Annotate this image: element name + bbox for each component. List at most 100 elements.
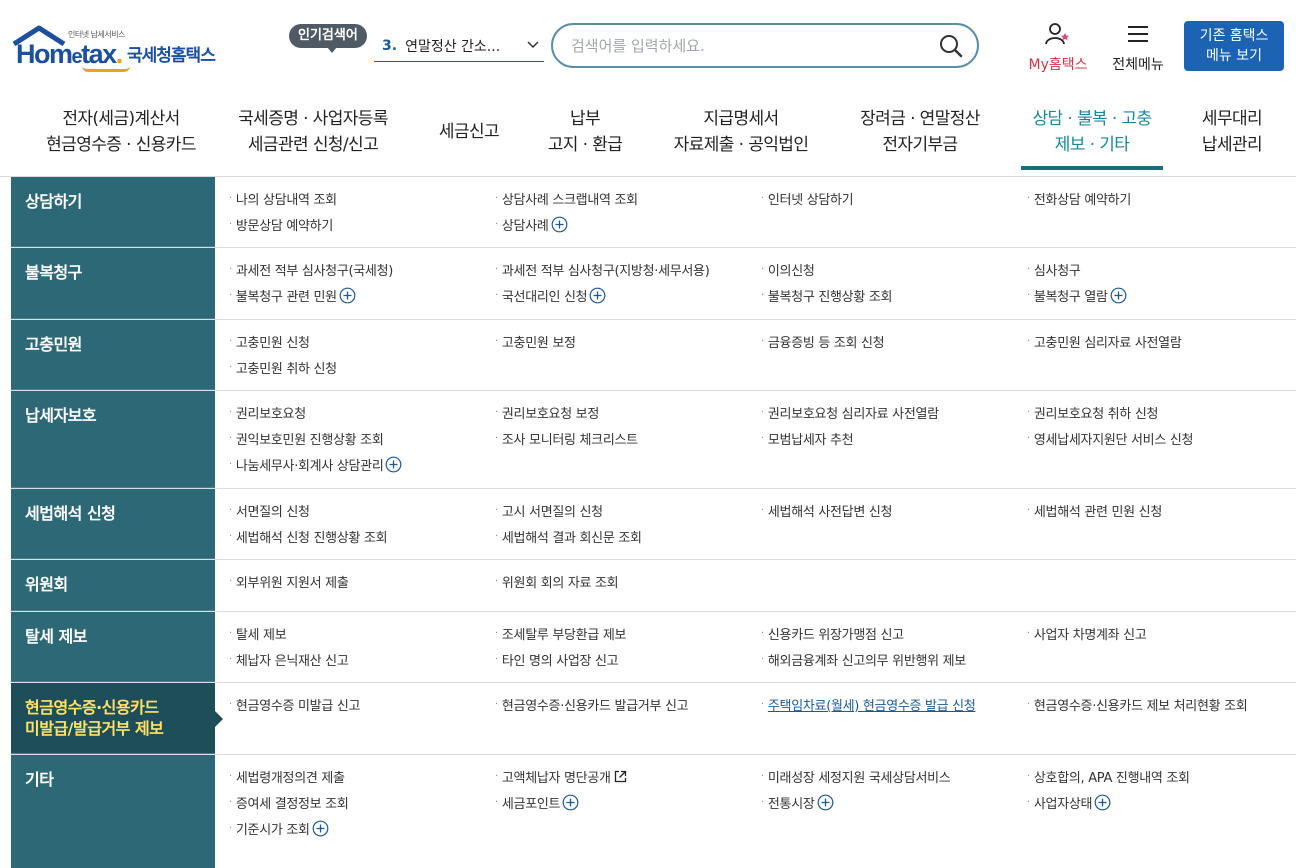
popular-search-dropdown[interactable]: 3. 연말정산 간소... bbox=[374, 30, 544, 62]
submenu-link[interactable]: · 기준시가 조회 bbox=[229, 819, 495, 838]
plus-circle-icon[interactable] bbox=[817, 794, 834, 811]
bullet: · bbox=[229, 531, 232, 542]
main-nav: 전자(세금)계산서 현금영수증 · 신용카드 국세증명 · 사업자등록 세금관련 신… bbox=[0, 92, 1296, 177]
submenu-link[interactable]: · 타인 명의 사업장 신고 bbox=[495, 650, 761, 669]
submenu-link[interactable]: · 고충민원 취하 신청 bbox=[229, 358, 495, 377]
submenu-category-taxpayer-protection[interactable]: 납세자보호 bbox=[11, 391, 215, 488]
bullet: · bbox=[495, 219, 498, 230]
submenu-link[interactable]: · 조사 모니터링 체크리스트 bbox=[495, 429, 761, 448]
hamburger-menu-icon bbox=[1128, 26, 1148, 42]
submenu-link[interactable]: · 사업자 차명계좌 신고 bbox=[1027, 624, 1293, 643]
submenu-link[interactable]: · 국선대리인 신청 bbox=[495, 286, 761, 305]
submenu-link[interactable]: · 권익보호민원 진행상황 조회 bbox=[229, 429, 495, 448]
submenu-link[interactable]: · 세금포인트 bbox=[495, 793, 761, 812]
submenu-link[interactable]: · 불복청구 관련 민원 bbox=[229, 286, 495, 305]
submenu-link[interactable]: · 현금영수증·신용카드 발급거부 신고 bbox=[495, 695, 761, 714]
plus-circle-icon[interactable] bbox=[551, 216, 568, 233]
plus-circle-icon[interactable] bbox=[1110, 287, 1127, 304]
submenu-link[interactable]: · 과세전 적부 심사청구(지방청·세무서용) bbox=[495, 260, 761, 279]
submenu-link[interactable]: · 고충민원 심리자료 사전열람 bbox=[1027, 332, 1293, 351]
search-icon[interactable] bbox=[939, 34, 963, 58]
plus-circle-icon[interactable] bbox=[1094, 794, 1111, 811]
submenu-link[interactable]: · 모범납세자 추천 bbox=[761, 429, 1027, 448]
submenu-link[interactable]: · 외부위원 지원서 제출 bbox=[229, 572, 495, 591]
submenu-link[interactable]: · 사업자상태 bbox=[1027, 793, 1293, 812]
bullet: · bbox=[495, 505, 498, 516]
submenu-link[interactable]: · 영세납세자지원단 서비스 신청 bbox=[1027, 429, 1293, 448]
submenu-link[interactable]: · 서면질의 신청 bbox=[229, 501, 495, 520]
all-menu-button[interactable]: 전체메뉴 bbox=[1105, 22, 1171, 74]
submenu-category-cash-receipt-report[interactable]: 현금영수증·신용카드 미발급/발급거부 제보 bbox=[11, 683, 223, 754]
submenu-link[interactable]: · 나눔세무사·회계사 상담관리 bbox=[229, 455, 495, 474]
submenu-link[interactable]: · 세법해석 신청 진행상황 조회 bbox=[229, 527, 495, 546]
submenu-link[interactable]: · 세법해석 관련 민원 신청 bbox=[1027, 501, 1293, 520]
hometax-logo[interactable]: 인터넷 납세서비스 Hometax. 국세청홈택스 bbox=[12, 24, 227, 74]
submenu-link-label: 주택임차료(월세) 현금영수증 발급 신청 bbox=[767, 699, 976, 714]
submenu-category-counsel[interactable]: 상담하기 bbox=[11, 177, 215, 247]
my-hometax-link[interactable]: My홈택스 bbox=[1022, 22, 1094, 74]
submenu-link[interactable]: · 이의신청 bbox=[761, 260, 1027, 279]
submenu-link[interactable]: · 고충민원 보정 bbox=[495, 332, 761, 351]
submenu-link[interactable]: · 고액체납자 명단공개 bbox=[495, 767, 761, 786]
plus-circle-icon[interactable] bbox=[312, 820, 329, 837]
legacy-menu-button[interactable]: 기존 홈택스 메뉴 보기 bbox=[1184, 21, 1284, 71]
submenu-link[interactable]: · 상담사례 스크랩내역 조회 bbox=[495, 189, 761, 208]
submenu-link[interactable]: · 과세전 적부 심사청구(국세청) bbox=[229, 260, 495, 279]
submenu-link[interactable]: · 세법령개정의견 제출 bbox=[229, 767, 495, 786]
plus-circle-icon[interactable] bbox=[339, 287, 356, 304]
search-input[interactable] bbox=[571, 34, 931, 58]
submenu-link[interactable]: · 미래성장 세정지원 국세상담서비스 bbox=[761, 767, 1027, 786]
submenu-link[interactable]: · 권리보호요청 취하 신청 bbox=[1027, 403, 1293, 422]
submenu-link[interactable]: · 해외금융계좌 신고의무 위반행위 제보 bbox=[761, 650, 1027, 669]
submenu-link[interactable]: · 상담사례 bbox=[495, 215, 761, 234]
submenu-link[interactable]: · 나의 상담내역 조회 bbox=[229, 189, 495, 208]
submenu-category-tax-interpretation[interactable]: 세법해석 신청 bbox=[11, 489, 215, 559]
submenu-category-etc[interactable]: 기타 bbox=[11, 755, 215, 868]
submenu-link[interactable]: · 불복청구 진행상황 조회 bbox=[761, 286, 1027, 305]
submenu-link[interactable]: · 불복청구 열람 bbox=[1027, 286, 1293, 305]
submenu-link[interactable]: · 인터넷 상담하기 bbox=[761, 189, 1027, 208]
plus-circle-icon[interactable] bbox=[562, 794, 579, 811]
submenu-link[interactable]: · 체납자 은닉재산 신고 bbox=[229, 650, 495, 669]
nav-tax-return[interactable]: 세금신고 bbox=[430, 119, 508, 145]
plus-circle-icon[interactable] bbox=[385, 456, 402, 473]
submenu-category-appeal[interactable]: 불복청구 bbox=[11, 248, 215, 319]
submenu-link[interactable]: · 전화상담 예약하기 bbox=[1027, 189, 1293, 208]
nav-counseling[interactable]: 상담 · 불복 · 고충 제보 · 기타 bbox=[1021, 106, 1163, 170]
submenu-link[interactable]: · 금융증빙 등 조회 신청 bbox=[761, 332, 1027, 351]
submenu-link[interactable]: · 방문상담 예약하기 bbox=[229, 215, 495, 234]
submenu-link[interactable]: · 상호합의, APA 진행내역 조회 bbox=[1027, 767, 1293, 786]
submenu-category-tax-evasion-report[interactable]: 탈세 제보 bbox=[11, 612, 215, 682]
submenu-category-grievance[interactable]: 고충민원 bbox=[11, 320, 215, 390]
submenu-link[interactable]: · 권리보호요청 심리자료 사전열람 bbox=[761, 403, 1027, 422]
submenu-link-label: 미래성장 세정지원 국세상담서비스 bbox=[767, 771, 951, 786]
nav-statements[interactable]: 지급명세서 자료제출 · 공익법인 bbox=[664, 106, 818, 158]
submenu-link[interactable]: · 증여세 결정정보 조회 bbox=[229, 793, 495, 812]
nav-e-invoice[interactable]: 전자(세금)계산서 현금영수증 · 신용카드 bbox=[30, 106, 212, 158]
submenu-links: · 세법령개정의견 제출 · 고액체납자 명단공개 · 미래성장 세정지원 국세상담서비스… bbox=[229, 767, 1296, 838]
submenu-link[interactable]: · 권리보호요청 bbox=[229, 403, 495, 422]
plus-circle-icon[interactable] bbox=[589, 287, 606, 304]
submenu-link[interactable]: · 탈세 제보 bbox=[229, 624, 495, 643]
submenu-link[interactable]: · 세법해석 사전답변 신청 bbox=[761, 501, 1027, 520]
nav-certificates[interactable]: 국세증명 · 사업자등록 세금관련 신청/신고 bbox=[228, 106, 398, 158]
bullet: · bbox=[761, 699, 764, 710]
submenu-link[interactable]: · 조세탈루 부당환급 제보 bbox=[495, 624, 761, 643]
submenu-link[interactable]: · 주택임차료(월세) 현금영수증 발급 신청 bbox=[761, 695, 1027, 714]
nav-tax-agent[interactable]: 세무대리 납세관리 bbox=[1192, 106, 1272, 158]
submenu-link[interactable]: · 현금영수증·신용카드 제보 처리현황 조회 bbox=[1027, 695, 1293, 714]
nav-year-end[interactable]: 장려금 · 연말정산 전자기부금 bbox=[850, 106, 990, 158]
nav-payment[interactable]: 납부 고지 · 환급 bbox=[540, 106, 630, 158]
bullet: · bbox=[1027, 505, 1030, 516]
submenu-link[interactable]: · 현금영수증 미발급 신고 bbox=[229, 695, 495, 714]
submenu-link[interactable]: · 전통시장 bbox=[761, 793, 1027, 812]
submenu-link[interactable]: · 신용카드 위장가맹점 신고 bbox=[761, 624, 1027, 643]
submenu-link[interactable]: · 위원회 회의 자료 조회 bbox=[495, 572, 761, 591]
submenu-link[interactable]: · 권리보호요청 보정 bbox=[495, 403, 761, 422]
submenu-link[interactable]: · 심사청구 bbox=[1027, 260, 1293, 279]
submenu-category-committee[interactable]: 위원회 bbox=[11, 560, 215, 611]
submenu-link[interactable]: · 고충민원 신청 bbox=[229, 332, 495, 351]
submenu-link[interactable]: · 세법해석 결과 회신문 조회 bbox=[495, 527, 761, 546]
submenu-link[interactable]: · 고시 서면질의 신청 bbox=[495, 501, 761, 520]
submenu-link-label: 권리보호요청 보정 bbox=[501, 407, 600, 422]
